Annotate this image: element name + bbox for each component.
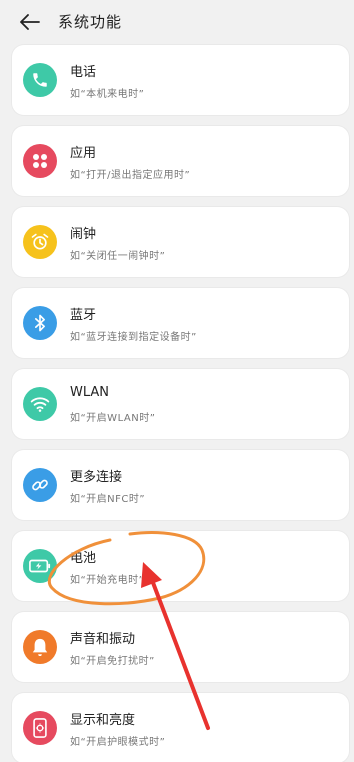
item-label: 应用 — [70, 146, 97, 161]
item-hint: 如“打开/退出指定应用时” — [70, 170, 191, 181]
bell-icon — [23, 630, 57, 664]
item-hint: 如“蓝牙连接到指定设备时” — [70, 332, 197, 343]
item-hint: 如“关闭任一闹钟时” — [70, 251, 166, 262]
list-item-alarm[interactable]: 闹钟 如“关闭任一闹钟时” — [12, 207, 349, 277]
item-label: 电池 — [70, 551, 97, 566]
apps-grid-icon — [23, 144, 57, 178]
link-icon — [23, 468, 57, 502]
list-item-display-brightness[interactable]: 显示和亮度 如“开启护眼模式时” — [12, 693, 349, 762]
phone-display-icon — [23, 711, 57, 745]
item-hint: 如“开启WLAN时” — [70, 413, 156, 424]
item-label: 电话 — [70, 65, 97, 80]
page-title: 系统功能 — [58, 13, 123, 31]
item-label: 闹钟 — [70, 227, 97, 242]
list-item-phone[interactable]: 电话 如“本机来电时” — [12, 45, 349, 115]
list-item-apps[interactable]: 应用 如“打开/退出指定应用时” — [12, 126, 349, 196]
item-label: 声音和振动 — [70, 632, 136, 647]
wifi-icon — [23, 387, 57, 421]
item-label: 显示和亮度 — [70, 713, 136, 728]
alarm-clock-icon — [23, 225, 57, 259]
list-item-bluetooth[interactable]: 蓝牙 如“蓝牙连接到指定设备时” — [12, 288, 349, 358]
list-item-battery[interactable]: 电池 如“开始充电时” — [12, 531, 349, 601]
top-bar: 系统功能 — [0, 0, 354, 44]
list-item-wlan[interactable]: WLAN 如“开启WLAN时” — [12, 369, 349, 439]
item-label: WLAN — [70, 385, 110, 400]
item-hint: 如“开启免打扰时” — [70, 656, 155, 667]
phone-icon — [23, 63, 57, 97]
item-hint: 如“开启护眼模式时” — [70, 737, 166, 748]
item-hint: 如“开启NFC时” — [70, 494, 146, 505]
item-hint: 如“本机来电时” — [70, 89, 145, 100]
item-label: 蓝牙 — [70, 308, 97, 323]
item-label: 更多连接 — [70, 470, 123, 485]
back-arrow-icon[interactable] — [18, 10, 42, 34]
list-item-more-connections[interactable]: 更多连接 如“开启NFC时” — [12, 450, 349, 520]
list-item-sound-vibration[interactable]: 声音和振动 如“开启免打扰时” — [12, 612, 349, 682]
battery-charging-icon — [23, 549, 57, 583]
bluetooth-icon — [23, 306, 57, 340]
system-functions-page: 系统功能 电话 如“本机来电时” 应用 如“打开/退出指定应用时” 闹钟 如“关… — [0, 0, 354, 762]
item-hint: 如“开始充电时” — [70, 575, 145, 586]
